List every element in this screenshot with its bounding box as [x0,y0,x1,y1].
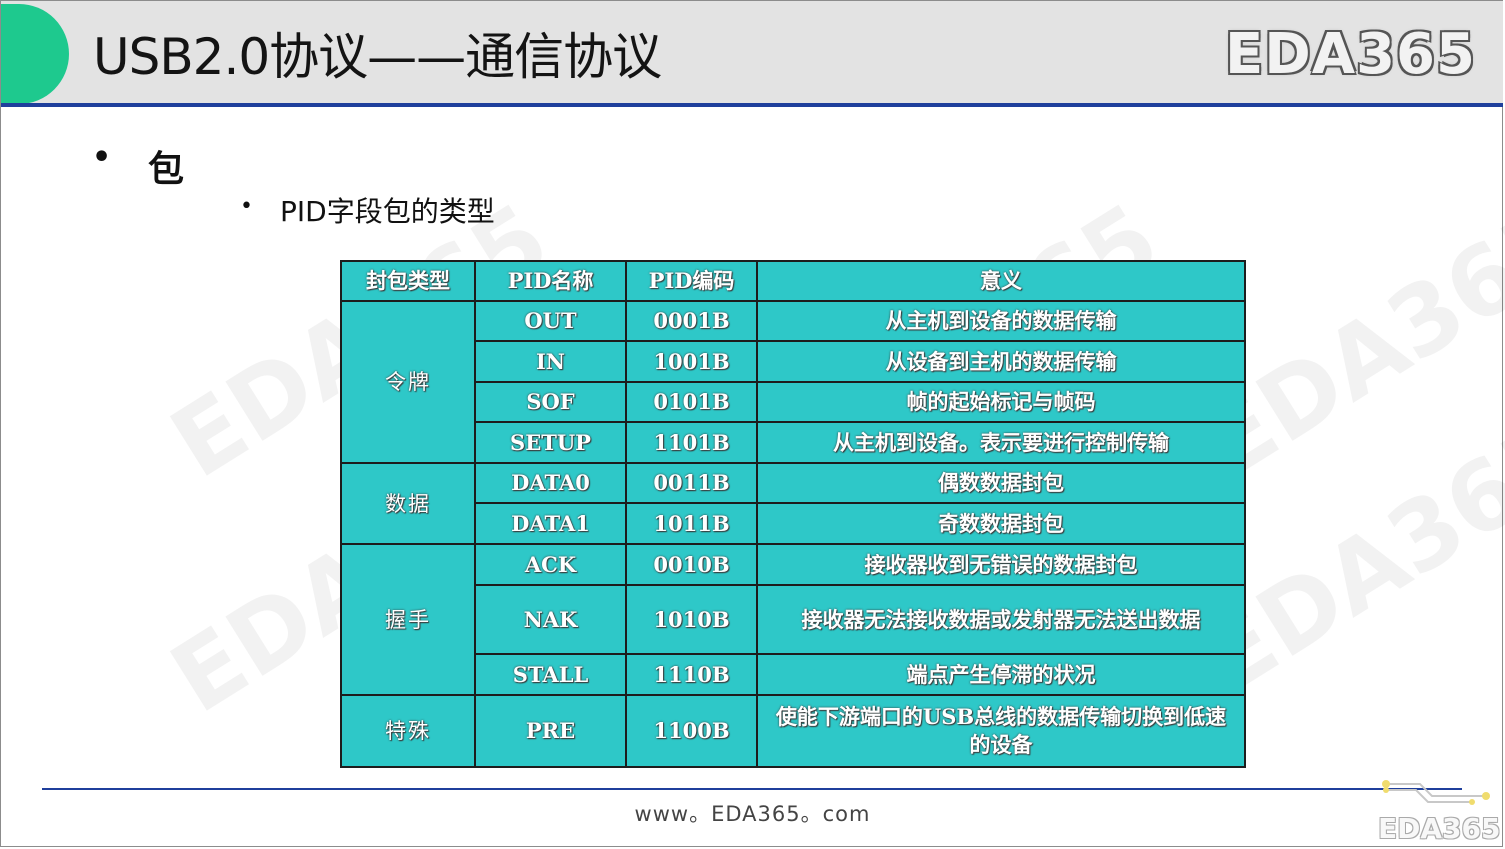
meaning-cell: 帧的起始标记与帧码 [756,381,1246,423]
pid-code-cell: 0010B [625,543,758,586]
meaning-cell: 从设备到主机的数据传输 [756,340,1246,383]
meaning-cell: 接收器无法接收数据或发射器无法送出数据 [756,584,1246,655]
slide-title: USB2.0协议——通信协议 [93,28,662,86]
pid-name-cell: IN [474,340,627,383]
pid-code-cell: 1101B [625,421,758,464]
pid-name-cell: NAK [474,584,627,655]
pid-code-cell: 1110B [625,653,758,696]
table-header-row: 封包类型 PID名称 PID编码 意义 [340,260,1246,302]
table-row: NAK 1010B 接收器无法接收数据或发射器无法送出数据 [341,584,1246,655]
pid-code-cell: 1100B [625,694,758,768]
header-packet-type: 封包类型 [340,260,476,302]
footer-url: www。EDA365。com [634,802,871,826]
meaning-cell: 从主机到设备。表示要进行控制传输 [756,421,1246,464]
pid-name-cell: SOF [474,381,627,423]
meaning-cell: 奇数数据封包 [756,502,1246,545]
title-bar: USB2.0协议——通信协议 EDA365 [1,1,1503,103]
pid-code-cell: 1001B [625,340,758,383]
pid-name-cell: PRE [474,694,627,768]
footer-rule [42,788,1462,790]
table-row: DATA1 1011B 奇数数据封包 [341,502,1246,545]
table-row: STALL 1110B 端点产生停滞的状况 [341,653,1246,696]
pid-name-cell: SETUP [474,421,627,464]
packet-type-cell: 令牌 [340,300,476,464]
bullet-level1-text: 包 [148,149,185,190]
pid-code-cell: 1010B [625,584,758,655]
circuit-trace-icon [1382,780,1490,805]
packet-type-cell: 特殊 [340,694,476,768]
pid-name-cell: ACK [474,543,627,586]
pid-name-cell: OUT [474,300,627,342]
packet-type-cell: 数据 [340,462,476,545]
table-row: SETUP 1101B 从主机到设备。表示要进行控制传输 [341,421,1246,464]
header-pid-name: PID名称 [474,260,627,302]
pid-code-cell: 1011B [625,502,758,545]
meaning-cell: 接收器收到无错误的数据封包 [756,543,1246,586]
table-row: 特殊 PRE 1100B 使能下游端口的USB总线的数据传输切换到低速的设备 [340,694,1246,768]
footer-logo: EDA365 [1378,812,1501,845]
meaning-cell: 从主机到设备的数据传输 [756,300,1246,342]
header-pid-code: PID编码 [625,260,758,302]
packet-type-cell: 握手 [340,543,476,696]
meaning-cell: 偶数数据封包 [756,462,1246,504]
pid-name-cell: STALL [474,653,627,696]
bullet-dot-icon: • [92,140,112,175]
bullet-level2-text: PID字段包的类型 [280,195,495,228]
pid-code-cell: 0011B [625,462,758,504]
table-row: 握手 ACK 0010B 接收器收到无错误的数据封包 [340,543,1246,696]
table-row: 数据 DATA0 0011B 偶数数据封包 [340,462,1246,545]
pid-name-cell: DATA1 [474,502,627,545]
meaning-cell: 端点产生停滞的状况 [756,653,1246,696]
pid-type-table: 封包类型 PID名称 PID编码 意义 令牌 OUT 0001B 从主机到设备的… [340,260,1246,768]
pid-code-cell: 0101B [625,381,758,423]
table-row: IN 1001B 从设备到主机的数据传输 [341,340,1246,383]
table-row: SOF 0101B 帧的起始标记与帧码 [341,381,1246,423]
title-underline [1,103,1503,107]
pid-code-cell: 0001B [625,300,758,342]
header-meaning: 意义 [756,260,1246,302]
pid-name-cell: DATA0 [474,462,627,504]
title-accent-shape [1,4,69,103]
table-row: 令牌 OUT 0001B 从主机到设备的数据传输 [340,300,1246,464]
meaning-cell: 使能下游端口的USB总线的数据传输切换到低速的设备 [756,694,1246,768]
brand-logo: EDA365 [1225,22,1476,87]
bullet-dot-icon: • [240,194,253,219]
